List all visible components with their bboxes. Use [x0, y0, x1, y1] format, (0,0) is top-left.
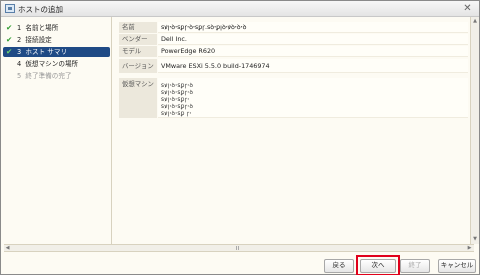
check-icon: ✔	[6, 47, 13, 56]
step-vm-location[interactable]: 4 仮想マシンの場所	[3, 59, 110, 69]
vms-label: 仮想マシン	[119, 78, 157, 118]
scroll-right-icon[interactable]: ▶	[466, 245, 473, 251]
vendor-value: Dell Inc.	[158, 34, 468, 45]
dialog-title: ホストの追加	[18, 5, 63, 14]
step-name-location[interactable]: ✔ 1 名前と場所	[3, 23, 110, 33]
host-add-icon	[5, 4, 15, 13]
step-label: 仮想マシンの場所	[25, 60, 79, 68]
step-number: 3	[17, 48, 22, 56]
step-number: 2	[17, 36, 22, 44]
scroll-thumb[interactable]	[236, 246, 239, 250]
add-host-dialog: ホストの追加 ✕ ✔ 1 名前と場所 ✔ 2 接続設定 ✔ 3 ホスト サマリ …	[0, 0, 480, 275]
step-ready-to-complete: 5 終了準備の完了	[3, 71, 110, 81]
step-label: 接続設定	[25, 36, 52, 44]
step-label: ホスト サマリ	[25, 48, 68, 56]
name-value: ꜱꝟꞁꞏꝺꞏꜱꝑꞅꞏꝺꞏꜱꝑꞅ.ꜱꝺꞏꝑꞁꝺꞏꝟꝺꞏꝺꞏꝺ	[158, 22, 468, 33]
scroll-down-icon[interactable]: ▼	[471, 235, 479, 243]
next-button-highlight	[356, 255, 400, 275]
vm-name: ꜱꝟꞁꞏꝺꞏꜱꝑ ꞅꞏ	[161, 111, 192, 117]
step-host-summary[interactable]: ✔ 3 ホスト サマリ	[3, 47, 110, 57]
step-label: 名前と場所	[25, 24, 59, 32]
cancel-button[interactable]: キャンセル	[438, 259, 476, 273]
scroll-left-icon[interactable]: ◀	[4, 245, 11, 251]
title-bar: ホストの追加 ✕	[1, 1, 479, 17]
step-number: 4	[17, 60, 22, 68]
vertical-scrollbar[interactable]: ▲ ▼	[470, 17, 479, 244]
step-number: 5	[17, 72, 22, 80]
model-label: モデル	[119, 46, 157, 57]
version-value: VMware ESXi 5.5.0 build-1746974	[158, 59, 468, 73]
back-button[interactable]: 戻る	[324, 259, 354, 273]
step-label: 終了準備の完了	[25, 72, 72, 80]
vendor-label: ベンダー	[119, 34, 157, 45]
horizontal-scrollbar[interactable]: ◀ ▶	[4, 244, 474, 252]
wizard-steps: ✔ 1 名前と場所 ✔ 2 接続設定 ✔ 3 ホスト サマリ 4 仮想マシンの場…	[1, 17, 112, 244]
scroll-up-icon[interactable]: ▲	[471, 17, 479, 25]
step-number: 1	[17, 24, 22, 32]
vms-value-area	[158, 78, 468, 118]
close-icon[interactable]: ✕	[462, 3, 473, 14]
name-label: 名前	[119, 22, 157, 33]
check-icon: ✔	[6, 23, 13, 32]
version-label: バージョン	[119, 59, 157, 73]
step-connection-settings[interactable]: ✔ 2 接続設定	[3, 35, 110, 45]
model-value: PowerEdge R620	[158, 46, 468, 57]
finish-button: 終了	[400, 259, 430, 273]
check-icon: ✔	[6, 35, 13, 44]
